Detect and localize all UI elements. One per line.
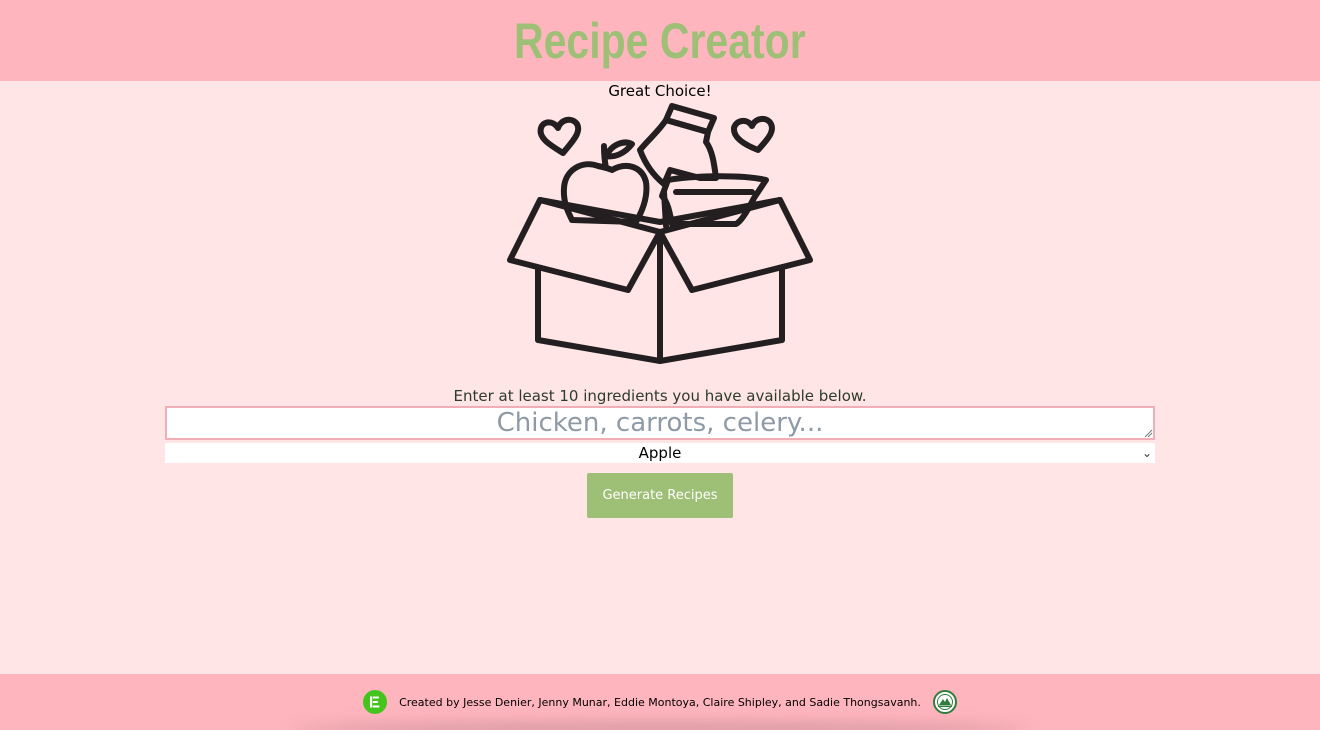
round-seal-logo-icon	[932, 690, 957, 714]
footer-content: Created by Jesse Denier, Jenny Munar, Ed…	[0, 674, 1320, 730]
footer-credits: Created by Jesse Denier, Jenny Munar, Ed…	[399, 695, 921, 709]
site-title: Recipe Creator	[514, 12, 806, 69]
choice-subtitle: Great Choice!	[608, 82, 712, 100]
generate-recipes-button[interactable]: Generate Recipes	[587, 473, 733, 518]
grocery-box-with-hearts-icon	[507, 103, 813, 364]
ingredients-input[interactable]	[165, 406, 1155, 440]
ingredient-select-value: Apple	[638, 444, 682, 462]
ingredient-select[interactable]: Apple ⌄	[165, 443, 1155, 463]
site-header: Recipe Creator	[0, 0, 1320, 81]
list-logo-icon	[363, 690, 388, 714]
resize-grip-icon[interactable]	[1144, 429, 1153, 438]
chevron-down-icon: ⌄	[1141, 446, 1152, 460]
instructions-text: Enter at least 10 ingredients you have a…	[453, 387, 867, 405]
site-footer: Created by Jesse Denier, Jenny Munar, Ed…	[0, 674, 1320, 730]
